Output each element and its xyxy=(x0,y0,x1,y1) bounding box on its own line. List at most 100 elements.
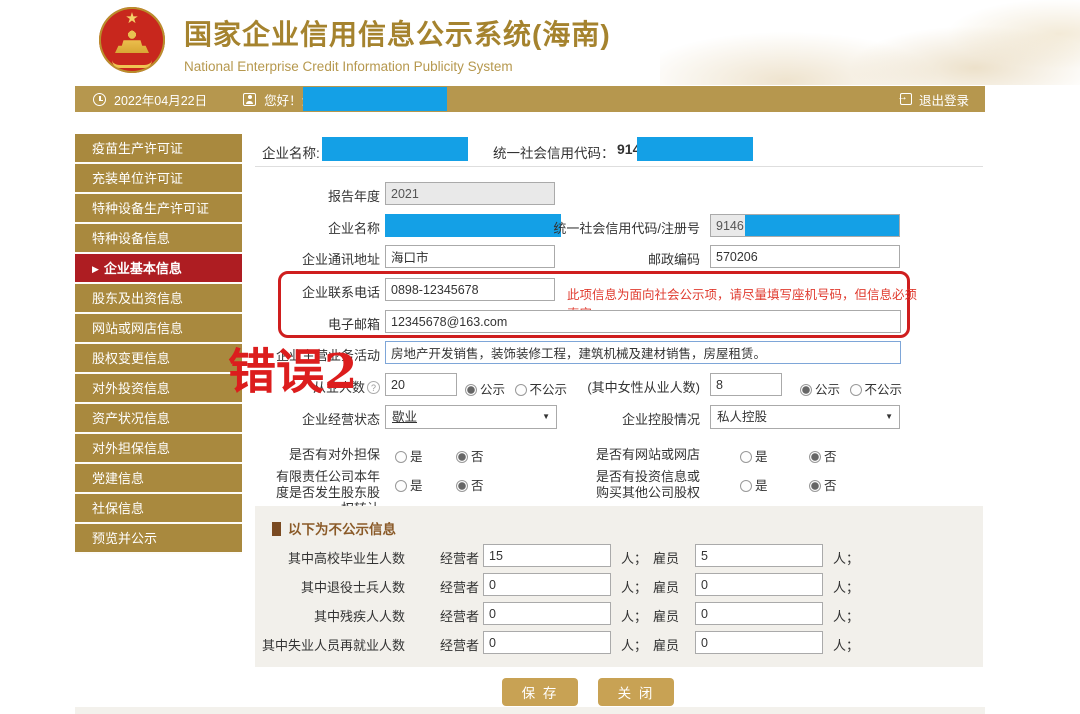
operating-status-label: 企业经营状态 xyxy=(301,412,380,427)
investment-label: 是否有投资信息或购买其他公司股权 xyxy=(595,469,700,500)
reemployed-label: 其中失业人员再就业人数 xyxy=(261,638,405,653)
save-button[interactable]: 保 存 xyxy=(502,678,578,706)
site-title: 国家企业信用信息公示系统(海南) xyxy=(184,19,611,50)
site-subtitle: National Enterprise Credit Information P… xyxy=(184,59,513,74)
company-summary-row: 企业名称: 统一社会信用代码： 9146 xyxy=(255,137,985,161)
national-emblem-logo: ★ xyxy=(99,7,165,73)
report-year-input[interactable] xyxy=(385,182,555,205)
current-date: 2022年04月22日 xyxy=(114,93,208,108)
sidebar-item-external-guarantee-info[interactable]: ▶对外担保信息 xyxy=(75,434,242,464)
top-status-bar: 2022年04月22日 您好！海南 退出登录 xyxy=(75,86,985,112)
female-public-radio[interactable] xyxy=(800,384,812,396)
website-no-radio[interactable] xyxy=(809,451,821,463)
sidebar-item-party-building-info[interactable]: ▶党建信息 xyxy=(75,464,242,494)
redacted-credit-code-block xyxy=(637,137,753,161)
holding-select[interactable]: 私人控股 ▼ xyxy=(710,405,900,429)
sidebar-item-website-info[interactable]: ▶网站或网店信息 xyxy=(75,314,242,344)
sidebar-item-shareholder-info[interactable]: ▶股东及出资信息 xyxy=(75,284,242,314)
user-icon xyxy=(243,92,257,106)
logout-button[interactable]: 退出登录 xyxy=(897,86,969,112)
emblem-gear-shape xyxy=(112,60,152,68)
redacted-company-name-input xyxy=(385,214,561,237)
investment-yes-radio[interactable] xyxy=(740,480,752,492)
employee-public-radio[interactable] xyxy=(465,384,477,396)
website-label: 是否有网站或网店 xyxy=(595,447,700,462)
unit-label: 人； xyxy=(833,609,860,624)
unit-label: 人； xyxy=(621,609,648,624)
guarantee-no-radio[interactable] xyxy=(456,451,468,463)
veterans-employee-input[interactable] xyxy=(695,573,823,596)
site-header: ★ 国家企业信用信息公示系统(海南) National Enterprise C… xyxy=(0,0,1080,85)
unit-label: 人； xyxy=(833,638,860,653)
transfer-yes-radio[interactable] xyxy=(395,480,407,492)
graduates-employee-input[interactable] xyxy=(695,544,823,567)
female-private-radio[interactable] xyxy=(849,384,862,396)
operator-label: 经营者 xyxy=(440,580,480,595)
brand-block: 国家企业信用信息公示系统(海南) National Enterprise Cre… xyxy=(184,13,611,74)
footer-strip xyxy=(75,707,985,714)
veterans-row: 其中退役士兵人数 经营者 人； 雇员 人； xyxy=(255,573,983,597)
email-input[interactable] xyxy=(385,310,901,333)
sidebar-item-asset-status-info[interactable]: ▶资产状况信息 xyxy=(75,404,242,434)
disabled-employee-input[interactable] xyxy=(695,602,823,625)
employee-label: 雇员 xyxy=(653,580,680,595)
investment-no-radio[interactable] xyxy=(809,480,821,492)
clock-icon xyxy=(93,92,106,106)
email-label: 电子邮箱 xyxy=(327,317,380,332)
veterans-label: 其中退役士兵人数 xyxy=(300,580,405,595)
emblem-star-icon: ★ xyxy=(125,10,139,27)
address-input[interactable] xyxy=(385,245,555,268)
transfer-investment-row: 有限责任公司本年度是否发生股东股权转让 是 否 是否有投资信息或购买其他公司股权… xyxy=(255,465,985,516)
business-activity-input[interactable] xyxy=(385,341,901,364)
unit-label: 人； xyxy=(833,580,860,595)
operator-label: 经营者 xyxy=(440,551,480,566)
disabled-label: 其中残疾人人数 xyxy=(313,609,405,624)
reemployed-operator-input[interactable] xyxy=(483,631,611,654)
sidebar-item-social-security-info[interactable]: ▶社保信息 xyxy=(75,494,242,524)
sidebar-item-basic-info[interactable]: ▶ 企业基本信息 xyxy=(75,254,242,284)
sidebar-item-vaccine-license[interactable]: ▶疫苗生产许可证 xyxy=(75,134,242,164)
emblem-gate-shape xyxy=(115,40,149,53)
unit-label: 人； xyxy=(621,638,648,653)
help-icon[interactable]: ? xyxy=(367,381,380,394)
sidebar-item-preview-publish[interactable]: ▶预览并公示 xyxy=(75,524,242,554)
disabled-row: 其中残疾人人数 经营者 人； 雇员 人； xyxy=(255,602,983,626)
reemployed-employee-input[interactable] xyxy=(695,631,823,654)
phone-label: 企业联系电话 xyxy=(301,285,380,300)
veterans-operator-input[interactable] xyxy=(483,573,611,596)
unit-label: 人； xyxy=(621,580,648,595)
reemployed-row: 其中失业人员再就业人数 经营者 人； 雇员 人； xyxy=(255,631,983,655)
sidebar-item-filling-unit-license[interactable]: ▶充装单位许可证 xyxy=(75,164,242,194)
guarantee-label: 是否有对外担保 xyxy=(288,447,380,462)
sidebar-item-special-equipment-license[interactable]: ▶特种设备生产许可证 xyxy=(75,194,242,224)
company-name-label: 企业名称: xyxy=(262,146,320,161)
disabled-operator-input[interactable] xyxy=(483,602,611,625)
phone-input[interactable] xyxy=(385,278,555,301)
sidebar-item-equity-change-info[interactable]: ▶股权变更信息 xyxy=(75,344,242,374)
female-count-input[interactable] xyxy=(710,373,782,396)
graduates-operator-input[interactable] xyxy=(483,544,611,567)
error-annotation-text: 错误2 xyxy=(228,344,358,400)
summary-divider xyxy=(255,166,983,167)
form-credit-code-label: 统一社会信用代码/注册号 xyxy=(553,221,700,236)
unit-label: 人； xyxy=(621,551,648,566)
postcode-input[interactable] xyxy=(710,245,900,268)
sidebar-item-special-equipment-info[interactable]: ▶特种设备信息 xyxy=(75,224,242,254)
website-yes-radio[interactable] xyxy=(740,451,752,463)
employee-label: 雇员 xyxy=(653,609,680,624)
unit-label: 人； xyxy=(833,551,860,566)
redacted-username-block xyxy=(303,87,447,111)
sidebar-item-foreign-investment-info[interactable]: ▶对外投资信息 xyxy=(75,374,242,404)
employee-private-radio[interactable] xyxy=(514,384,527,396)
employee-publicity-radios: 公示 不公示 xyxy=(465,379,567,398)
logout-icon xyxy=(897,91,912,105)
employee-count-input[interactable] xyxy=(385,373,457,396)
transfer-no-radio[interactable] xyxy=(456,480,468,492)
operator-label: 经营者 xyxy=(440,609,480,624)
guarantee-yes-radio[interactable] xyxy=(395,451,407,463)
holding-label: 企业控股情况 xyxy=(621,412,700,427)
close-button[interactable]: 关 闭 xyxy=(598,678,674,706)
operator-label: 经营者 xyxy=(440,638,480,653)
operating-status-select[interactable]: 歇业 ▼ xyxy=(385,405,557,429)
chevron-down-icon: ▼ xyxy=(542,412,550,421)
